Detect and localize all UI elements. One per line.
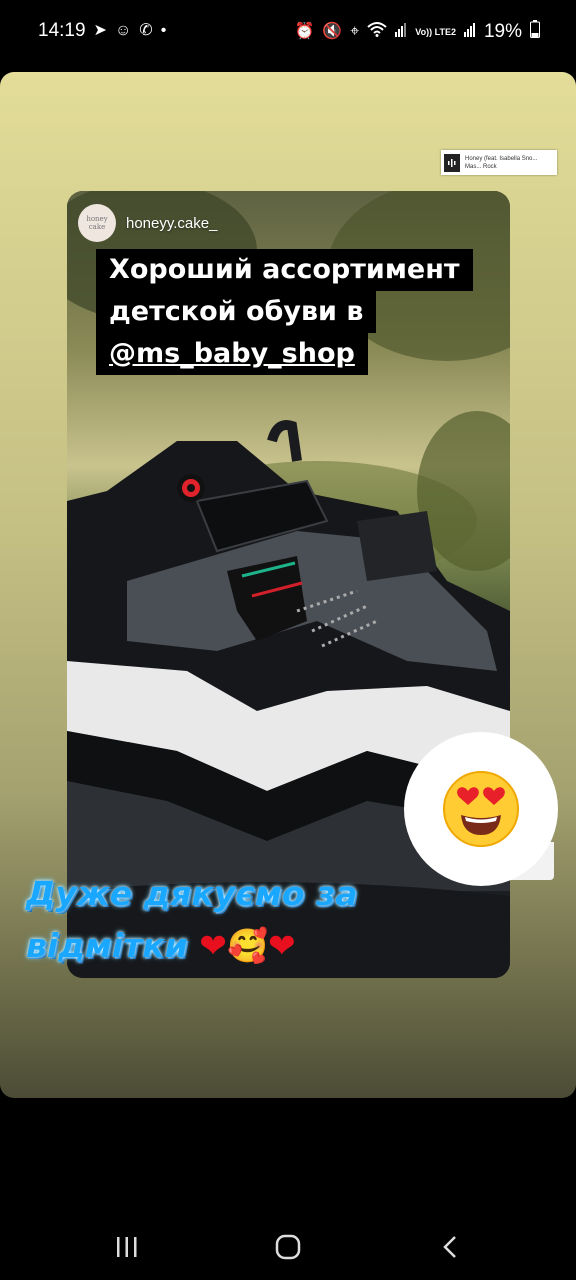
back-chevron-icon xyxy=(443,1236,456,1258)
location-icon: ⌖ xyxy=(350,23,360,40)
home-button[interactable] xyxy=(273,1232,303,1262)
wifi-icon xyxy=(367,21,387,43)
mute-icon: 🔇 xyxy=(322,23,343,40)
thanks-line-2: відмітки xyxy=(26,926,188,965)
caption-line-2: детской обуви в xyxy=(96,291,377,333)
thanks-overlay-text: Дуже дякуємо за відмітки ❤🥰❤ xyxy=(26,868,446,972)
back-button[interactable] xyxy=(435,1232,465,1262)
music-sticker[interactable]: Honey (feat. Isabella Sno... Mas... Rock xyxy=(441,150,557,175)
heart-eyes-emoji-icon xyxy=(443,771,519,847)
story-container[interactable]: Honey (feat. Isabella Sno... Mas... Rock xyxy=(0,72,576,1098)
username[interactable]: honeyy.cake_ xyxy=(126,215,217,232)
caption-line-1: Хороший ассортимент xyxy=(96,249,473,291)
caption: Хороший ассортимент детской обуви в @ms_… xyxy=(96,249,473,375)
viber-icon: ✆ xyxy=(139,22,153,39)
home-icon xyxy=(275,1234,301,1260)
music-title: Honey (feat. Isabella Sno... xyxy=(465,155,538,162)
emoji-notification-icon: ☺ xyxy=(114,22,132,39)
thanks-line-2-row: відмітки ❤🥰❤ xyxy=(26,920,446,972)
mention-link[interactable]: @ms_baby_shop xyxy=(109,338,355,369)
music-artist: Mas... Rock xyxy=(465,163,497,170)
telegram-icon: ➤ xyxy=(93,22,107,39)
signal-icon-1 xyxy=(395,21,407,43)
repost-profile[interactable]: honey cake honeyy.cake_ xyxy=(78,204,217,242)
system-nav-bar xyxy=(0,1198,576,1280)
recent-apps-button[interactable] xyxy=(112,1232,142,1262)
avatar[interactable]: honey cake xyxy=(78,204,116,242)
smiling-hearts-emoji-icon: 🥰 xyxy=(226,926,269,965)
network-label: Vo)) LTE2 xyxy=(415,26,456,37)
signal-icon-2 xyxy=(463,21,476,43)
status-left: 14:19 ➤ ☺ ✆ • xyxy=(38,20,166,42)
caption-mention-row: @ms_baby_shop xyxy=(96,333,368,375)
thanks-line-1: Дуже дякуємо за xyxy=(26,874,358,913)
battery-percent: 19% xyxy=(483,21,522,42)
red-heart-emoji-icon-2: ❤ xyxy=(268,926,296,965)
status-right: ⏰ 🔇 ⌖ Vo)) LTE2 19% xyxy=(294,20,540,44)
reaction-bubble[interactable] xyxy=(404,732,558,886)
alarm-icon: ⏰ xyxy=(294,23,315,40)
recent-apps-icon xyxy=(117,1237,137,1257)
red-heart-emoji-icon: ❤ xyxy=(199,926,227,965)
battery-icon xyxy=(530,20,540,44)
more-notifications-dot-icon: • xyxy=(160,22,167,39)
status-bar: 14:19 ➤ ☺ ✆ • ⏰ 🔇 ⌖ Vo)) LTE2 19% xyxy=(0,0,576,64)
clock: 14:19 xyxy=(38,20,86,41)
music-album-art xyxy=(444,153,460,172)
